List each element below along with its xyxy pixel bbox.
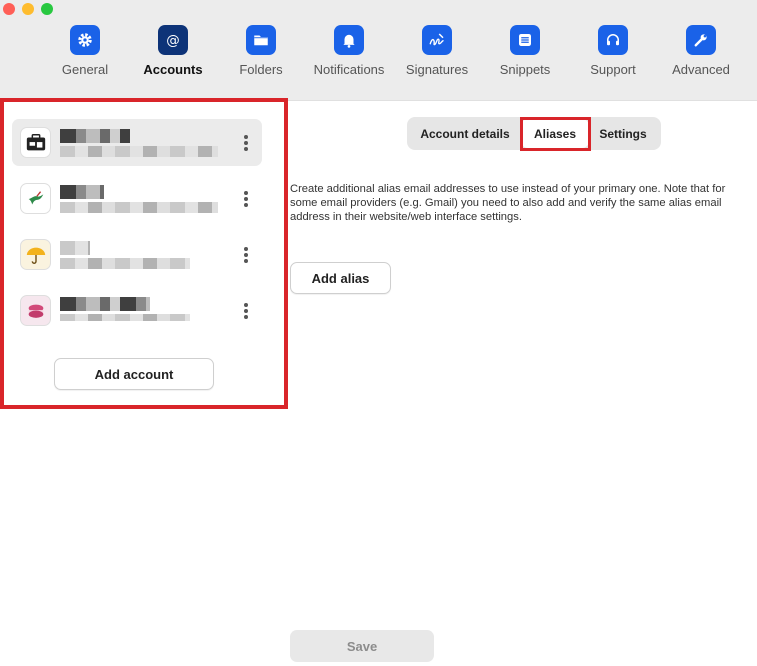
umbrella-icon	[20, 239, 51, 270]
tab-signatures-label: Signatures	[405, 62, 469, 77]
macaron-icon	[20, 295, 51, 326]
zoom-window-button[interactable]	[41, 3, 53, 15]
at-icon: @	[158, 25, 188, 55]
tab-support[interactable]: Support	[568, 25, 658, 85]
account-name-redacted	[60, 241, 90, 255]
snippets-icon	[510, 25, 540, 55]
account-email-redacted	[60, 314, 190, 321]
tab-support-label: Support	[590, 62, 636, 77]
close-window-button[interactable]	[3, 3, 15, 15]
tab-advanced-label: Advanced	[672, 62, 730, 77]
save-button[interactable]: Save	[290, 630, 434, 662]
svg-text:@: @	[166, 33, 180, 49]
tab-folders-label: Folders	[239, 62, 283, 77]
account-options-button[interactable]	[238, 189, 254, 209]
tab-accounts[interactable]: @ Accounts	[128, 25, 218, 85]
headset-icon	[598, 25, 628, 55]
account-row[interactable]	[12, 287, 262, 334]
tab-folders[interactable]: Folders	[216, 25, 306, 85]
account-row[interactable]	[12, 175, 262, 222]
account-name-redacted	[60, 185, 104, 199]
account-name-redacted	[60, 129, 130, 143]
preferences-toolbar: General @ Accounts Folders Notifications	[0, 0, 757, 101]
signature-icon	[422, 25, 452, 55]
add-account-button[interactable]: Add account	[54, 358, 214, 390]
accounts-list-panel: Add account	[0, 98, 288, 409]
account-name-redacted	[60, 297, 150, 311]
add-alias-button[interactable]: Add alias	[290, 262, 391, 294]
account-email-redacted	[60, 258, 190, 269]
bell-icon	[334, 25, 364, 55]
tab-snippets-label: Snippets	[499, 62, 551, 77]
account-options-button[interactable]	[238, 301, 254, 321]
tab-settings[interactable]: Settings	[591, 117, 655, 150]
briefcase-icon	[20, 127, 51, 158]
tab-signatures[interactable]: Signatures	[392, 25, 482, 85]
hummingbird-icon	[20, 183, 51, 214]
minimize-window-button[interactable]	[22, 3, 34, 15]
tab-general[interactable]: General	[40, 25, 130, 85]
account-email-redacted	[60, 202, 218, 213]
settings-window: General @ Accounts Folders Notifications	[0, 0, 757, 666]
account-email-redacted	[60, 146, 218, 157]
folder-icon	[246, 25, 276, 55]
gear-icon	[70, 25, 100, 55]
tab-notifications[interactable]: Notifications	[304, 25, 394, 85]
account-detail-tabs: Account details Aliases Settings	[407, 117, 661, 150]
wrench-icon	[686, 25, 716, 55]
tab-accounts-label: Accounts	[143, 62, 203, 77]
tab-notifications-label: Notifications	[313, 62, 385, 77]
tab-advanced[interactable]: Advanced	[656, 25, 746, 85]
account-row[interactable]	[12, 119, 262, 166]
tab-general-label: General	[61, 62, 109, 77]
aliases-description: Create additional alias email addresses …	[290, 183, 726, 223]
account-options-button[interactable]	[238, 245, 254, 265]
tab-aliases[interactable]: Aliases	[521, 119, 589, 148]
tab-account-details[interactable]: Account details	[411, 117, 519, 150]
account-row[interactable]	[12, 231, 262, 278]
account-options-button[interactable]	[238, 133, 254, 153]
tab-snippets[interactable]: Snippets	[480, 25, 570, 85]
